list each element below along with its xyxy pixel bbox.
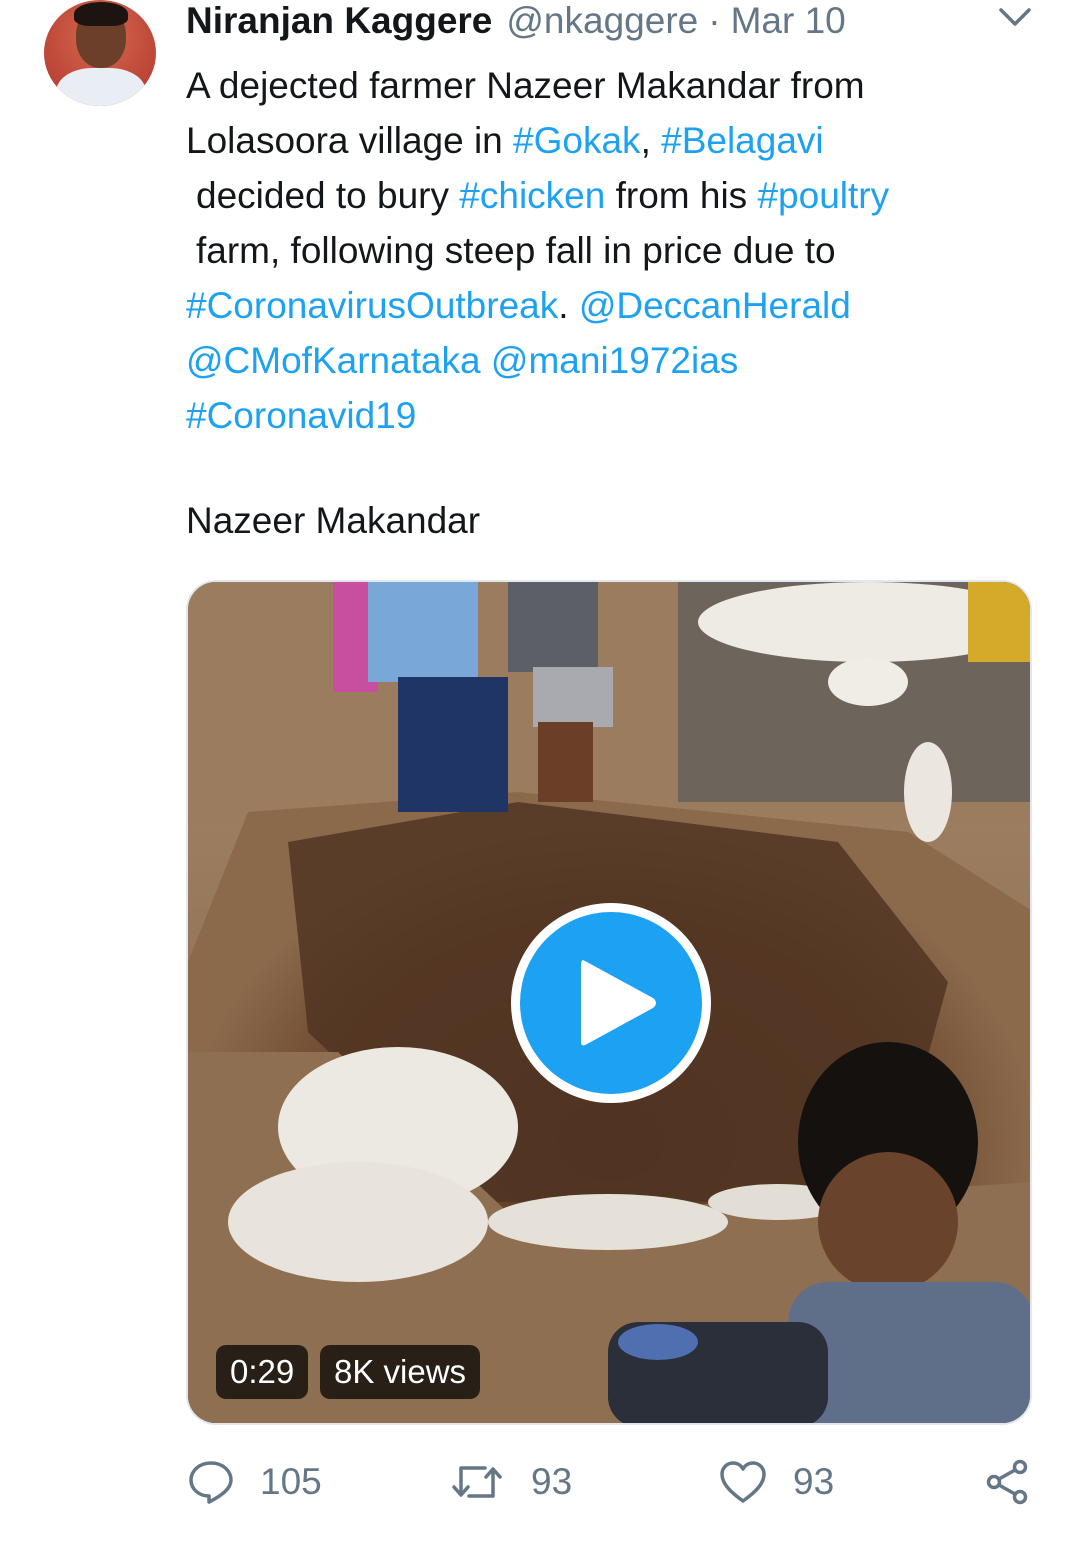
hashtag-link[interactable]: #Gokak (513, 120, 641, 161)
reply-count: 105 (260, 1461, 322, 1502)
share-icon (986, 1459, 1028, 1505)
avatar-hair (74, 2, 128, 26)
tweet-text-segment: A dejected farmer Nazeer Makandar from (186, 65, 865, 106)
hashtag-link[interactable]: #chicken (459, 175, 605, 216)
chevron-down-icon[interactable] (998, 6, 1032, 28)
tweet-text-segment: decided to bury (196, 175, 460, 216)
tweet-text-segment: . (558, 285, 579, 326)
video-duration-badge: 0:29 (216, 1345, 309, 1399)
author-handle[interactable]: @nkaggere (506, 0, 698, 42)
tweet-text-segment: , (640, 120, 662, 161)
share-button[interactable] (984, 1452, 1030, 1512)
tweet-line: A dejected farmer Nazeer Makandar from (186, 58, 1026, 113)
video-views-badge: 8K views (320, 1345, 481, 1399)
hashtag-link[interactable]: #poultry (757, 175, 889, 216)
avatar[interactable] (44, 0, 156, 106)
mention-link[interactable]: @CMofKarnataka (186, 340, 481, 381)
reply-icon (189, 1461, 233, 1504)
hashtag-link[interactable]: #Coronavid19 (186, 395, 416, 436)
video-player[interactable]: 0:29 8K views (186, 580, 1032, 1425)
tweet-header: Niranjan Kaggere @nkaggere · Mar 10 (186, 0, 1038, 46)
tweet-line: decided to bury #chicken from his #poult… (186, 168, 1026, 223)
play-icon (581, 960, 656, 1046)
like-count: 93 (793, 1461, 835, 1502)
separator-dot: · (708, 0, 721, 41)
tweet-body: A dejected farmer Nazeer Makandar from Lo… (186, 58, 1026, 443)
retweet-button[interactable]: 93 (451, 1452, 572, 1512)
tweet-subtext: Nazeer Makandar (186, 500, 481, 541)
retweet-icon (452, 1466, 502, 1498)
like-icon (720, 1461, 766, 1503)
mention-link[interactable]: @mani1972ias (491, 340, 738, 381)
tweet-line: Lolasoora village in #Gokak, #Belagavi (186, 113, 1026, 168)
hashtag-link[interactable]: #CoronavirusOutbreak (186, 285, 558, 326)
tweet-text-segment: farm, following steep fall in price due … (196, 230, 836, 271)
tweet-text-segment: Lolasoora village in (186, 120, 514, 161)
tweet-text-segment: from his (605, 175, 758, 216)
tweet-line: #CoronavirusOutbreak. @DeccanHerald (186, 278, 1026, 333)
tweet-text-segment (481, 340, 491, 381)
tweet-line: #Coronavid19 (186, 388, 1026, 443)
tweet-date[interactable]: Mar 10 (731, 0, 846, 42)
author-name[interactable]: Niranjan Kaggere (186, 0, 492, 42)
tweet-line: farm, following steep fall in price due … (186, 223, 1026, 278)
tweet-line: @CMofKarnataka @mani1972ias (186, 333, 1026, 388)
tweet-actions: 105 93 93 (186, 1452, 1036, 1512)
hashtag-link[interactable]: #Belagavi (661, 120, 824, 161)
mention-link[interactable]: @DeccanHerald (579, 285, 851, 326)
avatar-shirt (56, 68, 146, 106)
retweet-count: 93 (531, 1461, 573, 1502)
reply-button[interactable]: 105 (188, 1452, 322, 1512)
like-button[interactable]: 93 (719, 1452, 834, 1512)
play-button[interactable] (511, 903, 711, 1103)
